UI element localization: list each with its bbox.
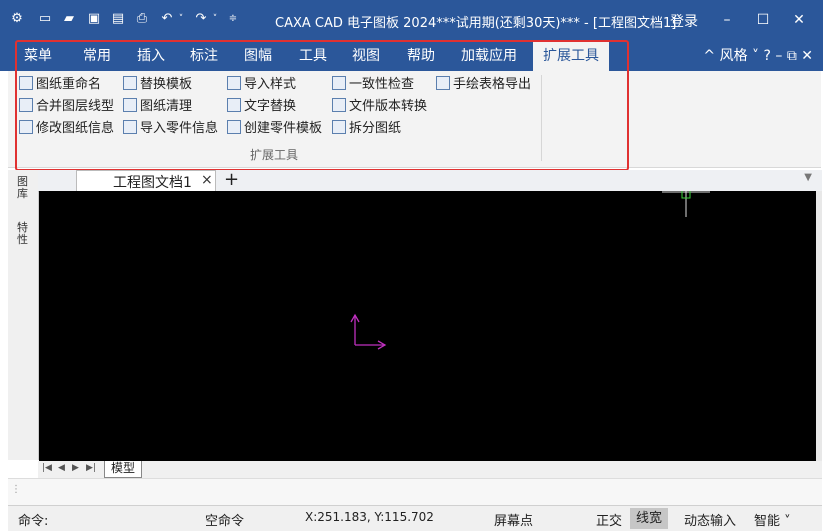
last-tab-icon[interactable]: ▶| bbox=[86, 463, 96, 473]
drawing-canvas[interactable] bbox=[39, 191, 816, 461]
layout-tab-bar: |◀ ◀ ▶ ▶| 模型 bbox=[38, 461, 822, 478]
point-mode-button[interactable]: 屏幕点 bbox=[494, 510, 533, 529]
canvas-graphics bbox=[350, 191, 710, 350]
new-document-button[interactable]: + bbox=[224, 169, 239, 190]
highlight-annotation-box bbox=[15, 40, 629, 171]
linewidth-toggle[interactable]: 线宽 bbox=[630, 508, 669, 529]
new-file-icon[interactable]: ▭ bbox=[36, 10, 54, 28]
customize-icon[interactable]: ≑ bbox=[224, 10, 242, 28]
command-area[interactable]: ⋮ bbox=[8, 478, 822, 506]
dropdown-icon[interactable]: ˅ bbox=[172, 10, 190, 28]
save-as-icon[interactable]: ▤ bbox=[109, 10, 127, 28]
dropdown-icon[interactable]: ˅ bbox=[206, 10, 224, 28]
app-logo-icon[interactable]: ⚙ bbox=[8, 10, 26, 28]
first-tab-icon[interactable]: |◀ bbox=[42, 463, 52, 473]
vertical-scrollbar[interactable] bbox=[816, 191, 822, 461]
document-tab[interactable]: 工程图文档1 × bbox=[76, 170, 216, 191]
ucs-axis-icon bbox=[350, 313, 387, 350]
properties-panel-tab[interactable]: 特性 bbox=[17, 222, 31, 246]
style-and-window-controls[interactable]: ^ 风格 ˅ ? – ⧉ ✕ bbox=[703, 41, 813, 71]
cursor-coordinates: X:251.183, Y:115.702 bbox=[305, 510, 434, 524]
chevron-down-icon[interactable]: ▼ bbox=[804, 172, 812, 183]
open-folder-icon[interactable]: ▰ bbox=[60, 10, 78, 28]
dynamic-input-toggle[interactable]: 动态输入 bbox=[684, 510, 736, 529]
grip-icon: ⋮ bbox=[11, 484, 21, 495]
print-icon[interactable]: ⎙ bbox=[133, 10, 151, 28]
left-side-panel: 图库 特性 bbox=[8, 170, 39, 460]
login-button[interactable]: 登录 bbox=[670, 11, 698, 31]
close-button[interactable]: ✕ bbox=[788, 9, 810, 31]
minimize-button[interactable]: – bbox=[716, 9, 738, 31]
window-title: CAXA CAD 电子图板 2024***试用期(还剩30天)*** - [工程… bbox=[275, 16, 677, 31]
command-prompt-label: 命令: bbox=[18, 514, 49, 529]
document-tab-label: 工程图文档1 bbox=[113, 175, 192, 191]
crosshair-cursor-icon bbox=[662, 191, 710, 217]
title-bar: ⚙ ▭ ▰ ▣ ▤ ⎙ ↶ ˅ ↷ ˅ ≑ CAXA CAD 电子图板 2024… bbox=[0, 0, 823, 41]
model-tab[interactable]: 模型 bbox=[104, 461, 143, 478]
current-command: 空命令 bbox=[205, 514, 245, 529]
save-icon[interactable]: ▣ bbox=[85, 10, 103, 28]
maximize-button[interactable]: ☐ bbox=[752, 9, 774, 31]
ortho-toggle[interactable]: 正交 bbox=[596, 510, 622, 529]
smart-snap-dropdown[interactable]: 智能 ˅ bbox=[754, 510, 791, 529]
prev-tab-icon[interactable]: ◀ bbox=[58, 463, 65, 473]
library-panel-tab[interactable]: 图库 bbox=[17, 176, 31, 200]
close-icon[interactable]: × bbox=[201, 172, 213, 188]
next-tab-icon[interactable]: ▶ bbox=[72, 463, 79, 473]
document-tab-bar: 工程图文档1 × + ▼ bbox=[38, 169, 822, 192]
status-bar: 命令: 空命令 X:251.183, Y:115.702 屏幕点 正交 线宽 动… bbox=[8, 505, 822, 531]
